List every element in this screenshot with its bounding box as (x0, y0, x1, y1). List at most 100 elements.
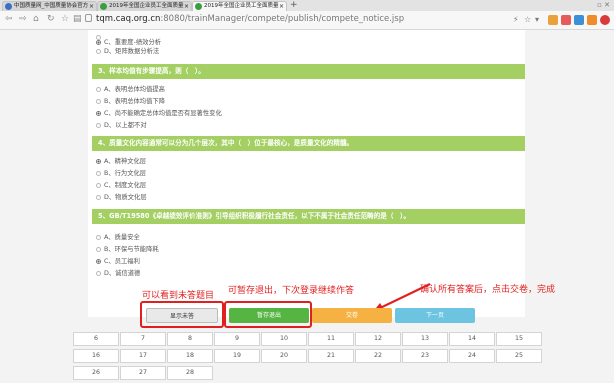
refresh-icon[interactable]: ↻ (47, 14, 55, 25)
radio-button-checked[interactable] (96, 40, 101, 45)
option-label: D、矩阵数据分析法 (104, 48, 160, 55)
annotation-unanswered: 可以看到未答题目 (142, 291, 215, 301)
option-label: D、以上都不对 (104, 122, 147, 129)
question-number-cell[interactable]: 25 (496, 349, 542, 363)
question-number-cell[interactable]: 22 (355, 349, 401, 363)
radio-button[interactable] (96, 195, 101, 200)
radio-button-checked[interactable] (96, 159, 101, 164)
extension-icon[interactable] (548, 15, 558, 25)
lock-icon (85, 14, 92, 22)
option-label: D、诚信道德 (104, 270, 141, 277)
question-number-cell[interactable]: 8 (167, 332, 213, 346)
question-number-cell[interactable]: 19 (214, 349, 260, 363)
radio-button[interactable] (96, 123, 101, 128)
browser-tab-1[interactable]: 中国质量网_中国质量协会官方 × (2, 1, 97, 11)
bookmark-star-icon[interactable]: ☆ (524, 14, 531, 25)
option-q5-a[interactable]: A、质量安全 (96, 233, 140, 242)
highlight-box (140, 301, 224, 328)
option-q4-b[interactable]: B、行为文化层 (96, 169, 146, 178)
radio-button[interactable] (96, 247, 101, 252)
extension-icon[interactable] (574, 15, 584, 25)
url-path: :8080/trainManager/compete/publish/compe… (160, 14, 405, 24)
option-label: A、质量安全 (104, 234, 140, 241)
tab-title: 中国质量网_中国质量协会官方 (14, 3, 89, 9)
radio-button[interactable] (96, 87, 101, 92)
radio-button[interactable] (96, 171, 101, 176)
extension-icon[interactable] (561, 15, 571, 25)
back-icon[interactable]: ⇦ (5, 14, 13, 25)
option-label: A、表明总体均值提高 (104, 86, 165, 93)
forward-icon[interactable]: ⇨ (19, 14, 27, 25)
home-icon[interactable]: ⌂ (33, 14, 39, 25)
question-number-cell[interactable]: 13 (402, 332, 448, 346)
question-number-cell[interactable]: 11 (308, 332, 354, 346)
tab-close-icon[interactable]: × (184, 2, 189, 11)
browser-tab-3[interactable]: 2019年全国企业员工全面质量 × (192, 1, 287, 11)
question-number-cell[interactable]: 7 (120, 332, 166, 346)
page-icon: ▤ (73, 14, 82, 24)
option-q5-b[interactable]: B、环保与节能降耗 (96, 245, 159, 254)
option-label: C、制度文化层 (104, 182, 147, 189)
window-controls[interactable]: ▫ ✕ (597, 0, 610, 10)
url-field[interactable]: tqm.caq.org.cn:8080/trainManager/compete… (96, 13, 404, 26)
question-number-cell[interactable]: 20 (261, 349, 307, 363)
question-number-cell[interactable]: 28 (167, 366, 213, 380)
submit-exam-button[interactable]: 交卷 (312, 308, 392, 323)
radio-button[interactable] (96, 271, 101, 276)
question-number-cell[interactable]: 23 (402, 349, 448, 363)
tab-close-icon[interactable]: × (89, 2, 94, 11)
tab-title: 2019年全国企业员工全面质量 (109, 3, 184, 9)
site-favicon-icon (5, 3, 12, 10)
option-q4-a[interactable]: A、精神文化层 (96, 157, 146, 166)
radio-button[interactable] (96, 49, 101, 54)
question-number-cell[interactable]: 18 (167, 349, 213, 363)
extension-icon[interactable] (587, 15, 597, 25)
next-page-button[interactable]: 下一页 (395, 308, 475, 323)
question-number-cell[interactable]: 9 (214, 332, 260, 346)
radio-button[interactable] (96, 235, 101, 240)
browser-tab-2[interactable]: 2019年全国企业员工全面质量 × (97, 1, 192, 11)
option-q4-d[interactable]: D、物质文化层 (96, 193, 147, 202)
star-icon[interactable]: ☆ (61, 14, 69, 25)
question-title: 3、样本均值有步骤提高，则（ ）。 (92, 64, 525, 79)
option-q2-c[interactable]: C、重要度-绩效分析 (96, 38, 161, 47)
option-q4-c[interactable]: C、制度文化层 (96, 181, 146, 190)
question-number-cell[interactable]: 10 (261, 332, 307, 346)
site-favicon-icon (100, 3, 107, 10)
option-label: D、物质文化层 (104, 194, 147, 201)
option-q3-a[interactable]: A、表明总体均值提高 (96, 85, 165, 94)
extension-icon[interactable] (600, 15, 610, 25)
question-number-cell[interactable]: 12 (355, 332, 401, 346)
url-host: tqm.caq.org.cn (96, 14, 161, 24)
option-label: C、尚不能确定总体均值是否有显著性变化 (104, 110, 222, 117)
question-number-cell[interactable]: 6 (73, 332, 119, 346)
annotation-save-exit: 可暂存退出，下次登录继续作答 (228, 286, 355, 296)
option-q5-c[interactable]: C、员工福利 (96, 257, 140, 266)
translate-icon[interactable]: ⚡ (513, 14, 519, 25)
question-number-cell[interactable]: 27 (120, 366, 166, 380)
option-q2-d[interactable]: D、矩阵数据分析法 (96, 47, 159, 56)
highlight-box (224, 301, 312, 328)
tab-close-icon[interactable]: × (279, 2, 284, 11)
question-number-cell[interactable]: 26 (73, 366, 119, 380)
option-label: C、员工福利 (104, 258, 140, 265)
question-number-cell[interactable]: 15 (496, 332, 542, 346)
question-number-cell[interactable]: 14 (449, 332, 495, 346)
radio-button[interactable] (96, 183, 101, 188)
menu-dropdown-icon[interactable]: ▾ (535, 14, 539, 25)
radio-button[interactable] (96, 99, 101, 104)
option-q3-c[interactable]: C、尚不能确定总体均值是否有显著性变化 (96, 109, 222, 118)
radio-button-checked[interactable] (96, 259, 101, 264)
address-bar: ⇦ ⇨ ⌂ ↻ ☆ ▤ tqm.caq.org.cn:8080/trainMan… (0, 11, 614, 30)
question-title: 5、GB/T19580《卓越绩效评价准则》引导组织积极履行社会责任，以下不属于社… (92, 209, 525, 224)
option-q5-d[interactable]: D、诚信道德 (96, 269, 140, 278)
tab-title: 2019年全国企业员工全面质量 (204, 3, 279, 9)
option-q3-d[interactable]: D、以上都不对 (96, 121, 147, 130)
question-number-cell[interactable]: 21 (308, 349, 354, 363)
question-number-cell[interactable]: 24 (449, 349, 495, 363)
question-number-cell[interactable]: 17 (120, 349, 166, 363)
radio-button-checked[interactable] (96, 111, 101, 116)
new-tab-button[interactable]: + (290, 0, 298, 10)
question-number-cell[interactable]: 16 (73, 349, 119, 363)
option-q3-b[interactable]: B、表明总体均值下降 (96, 97, 165, 106)
